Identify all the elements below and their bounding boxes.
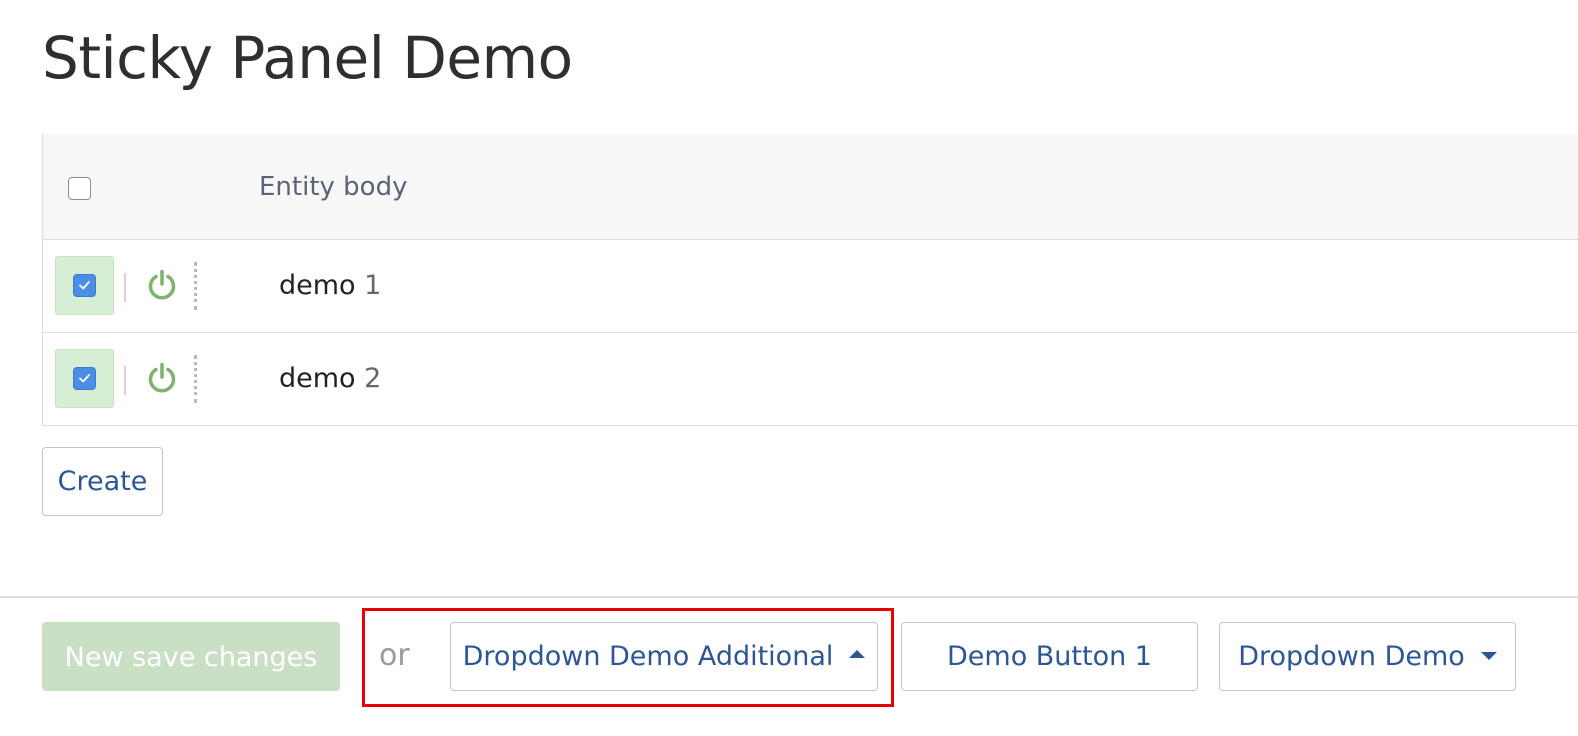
entity-grid: Entity body demo 1 demo 2 (42, 134, 1578, 426)
row-text-word: demo (279, 270, 356, 301)
row-divider (124, 366, 126, 395)
row-text-word: demo (279, 363, 356, 394)
column-header-entity-body[interactable]: Entity body (259, 170, 407, 204)
row-text-number: 1 (364, 270, 382, 301)
table-row: demo 2 (43, 333, 1578, 426)
checkmark-icon (79, 374, 90, 383)
row-select-cell[interactable] (55, 349, 114, 408)
row-checkbox[interactable] (73, 367, 96, 390)
row-checkbox[interactable] (73, 274, 96, 297)
row-entity-body: demo 2 (279, 362, 381, 396)
caret-up-icon (849, 650, 866, 658)
dropdown-demo-additional-button[interactable]: Dropdown Demo Additional (450, 622, 878, 691)
select-all-checkbox[interactable] (68, 177, 91, 200)
row-divider (124, 273, 126, 302)
row-entity-body: demo 1 (279, 269, 381, 303)
checkmark-icon (79, 281, 90, 290)
dropdown-demo-additional-label: Dropdown Demo Additional (462, 640, 834, 672)
drag-handle-icon[interactable] (194, 262, 198, 310)
dropdown-demo-button[interactable]: Dropdown Demo (1219, 622, 1516, 691)
save-changes-button[interactable]: New save changes (42, 622, 340, 691)
row-text-number: 2 (364, 363, 382, 394)
drag-handle-icon[interactable] (194, 355, 198, 403)
power-icon[interactable] (145, 268, 179, 302)
demo-button-1[interactable]: Demo Button 1 (901, 622, 1198, 691)
caret-down-icon (1480, 652, 1497, 660)
power-icon[interactable] (145, 361, 179, 395)
dropdown-demo-label: Dropdown Demo (1238, 640, 1465, 672)
table-row: demo 1 (43, 240, 1578, 333)
grid-header: Entity body (43, 134, 1578, 240)
page-title: Sticky Panel Demo (42, 24, 573, 92)
create-button[interactable]: Create (42, 447, 163, 516)
row-select-cell[interactable] (55, 256, 114, 315)
